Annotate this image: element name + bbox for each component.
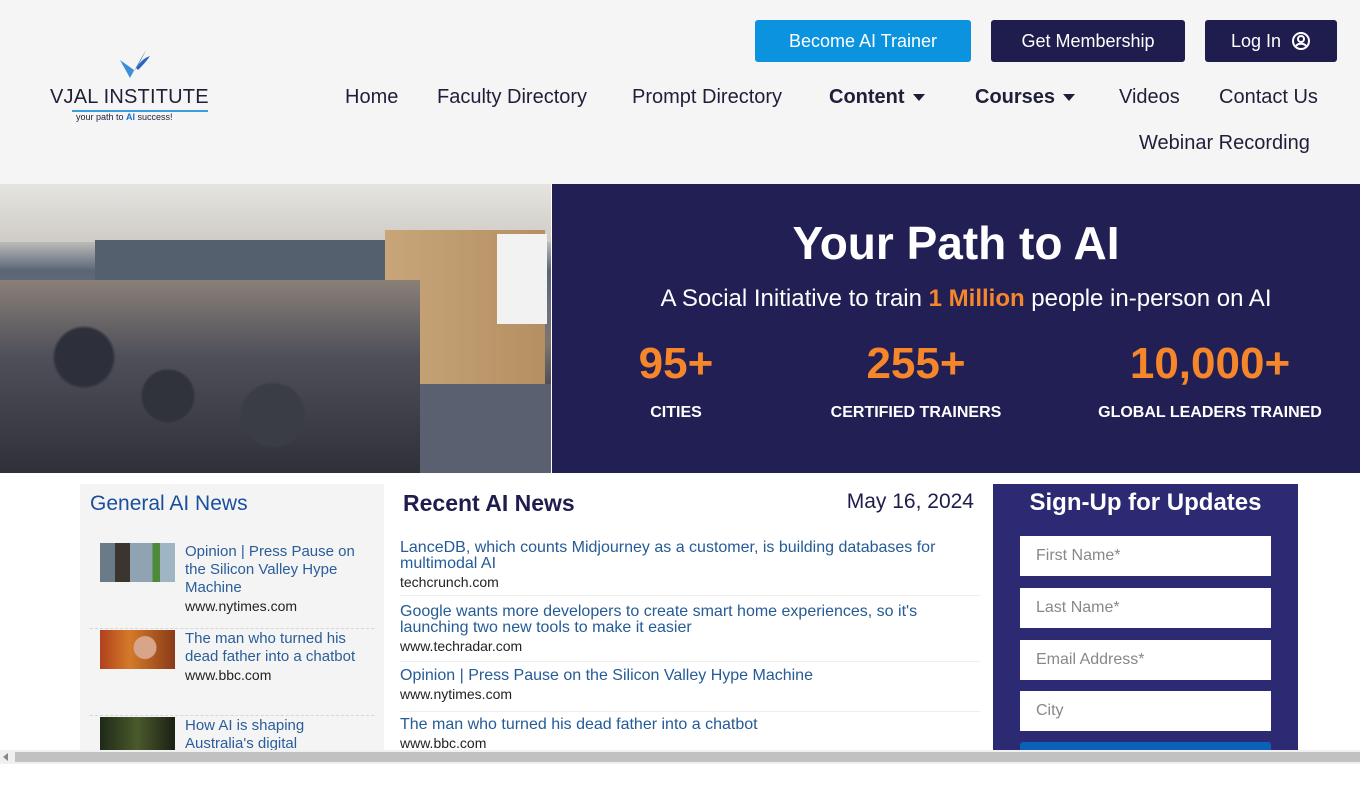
- caret-down-icon: [912, 94, 925, 101]
- become-ai-trainer-button[interactable]: Become AI Trainer: [755, 20, 971, 62]
- email-field[interactable]: [1020, 640, 1271, 680]
- signup-form: Sign-Up for Updates: [993, 484, 1298, 750]
- hero-subtitle: A Social Initiative to train 1 Million p…: [660, 285, 1272, 312]
- nav-videos[interactable]: Videos: [1119, 86, 1180, 109]
- scrollbar-thumb[interactable]: [15, 752, 1360, 762]
- caret-down-icon: [1063, 94, 1076, 101]
- stat-label: CERTIFIED TRAINERS: [830, 404, 1002, 421]
- nav-content[interactable]: Content: [829, 86, 925, 109]
- nav-label: Faculty Directory: [437, 86, 588, 108]
- button-label: Become AI Trainer: [788, 30, 938, 51]
- city-field[interactable]: [1020, 691, 1271, 731]
- news-source: techcrunch.com: [400, 574, 499, 590]
- stat-label: GLOBAL LEADERS TRAINED: [1098, 404, 1322, 421]
- recent-news-heading: Recent AI News: [403, 490, 575, 516]
- news-thumbnail: [100, 543, 175, 582]
- logo-wing-icon: [120, 50, 150, 78]
- news-link[interactable]: How AI is shaping Australia's digital: [185, 717, 365, 753]
- stat-cities: 95+ CITIES: [626, 340, 726, 422]
- logo-name: VJAL INSTITUTE: [50, 86, 209, 108]
- photo-screen: [497, 234, 547, 324]
- general-ai-news-panel: General AI News Opinion | Press Pause on…: [80, 484, 384, 764]
- stat-value: 95+: [638, 339, 714, 388]
- news-source: www.bbc.com: [185, 667, 272, 683]
- news-source: www.nytimes.com: [185, 598, 298, 614]
- nav-label: Webinar Recording: [1139, 132, 1310, 154]
- list-item[interactable]: Google wants more developers to create s…: [400, 604, 980, 662]
- news-link[interactable]: Opinion | Press Pause on the Silicon Val…: [400, 668, 980, 684]
- nav-faculty-directory[interactable]: Faculty Directory: [437, 86, 587, 109]
- hero-banner: Your Path to AI A Social Initiative to t…: [552, 184, 1360, 473]
- news-source: www.nytimes.com: [400, 686, 513, 702]
- recent-ai-news-panel: Recent AI News May 16, 2024 LanceDB, whi…: [392, 484, 986, 764]
- list-item[interactable]: Opinion | Press Pause on the Silicon Val…: [90, 543, 374, 629]
- news-source: www.techradar.com: [400, 638, 523, 654]
- nav-webinar-recording[interactable]: Webinar Recording: [1139, 132, 1310, 155]
- list-item[interactable]: Opinion | Press Pause on the Silicon Val…: [400, 668, 980, 712]
- nav-courses[interactable]: Courses: [975, 86, 1076, 109]
- stat-leaders: 10,000+ GLOBAL LEADERS TRAINED: [1090, 340, 1330, 422]
- nav-label: Content: [829, 86, 905, 108]
- nav-contact-us[interactable]: Contact Us: [1219, 86, 1318, 109]
- site-header: VJAL INSTITUTE your path to AI success! …: [0, 0, 1360, 184]
- list-item[interactable]: The man who turned his dead father into …: [90, 630, 374, 716]
- news-date: May 16, 2024: [846, 490, 974, 513]
- hero-classroom-photo: [0, 184, 551, 473]
- first-name-field[interactable]: [1020, 536, 1271, 576]
- stat-label: CITIES: [650, 404, 702, 421]
- nav-label: Contact Us: [1219, 86, 1318, 108]
- news-link[interactable]: The man who turned his dead father into …: [400, 717, 980, 733]
- nav-label: Courses: [975, 86, 1056, 108]
- button-label: Get Membership: [1021, 30, 1155, 51]
- log-in-button[interactable]: Log In: [1205, 20, 1337, 62]
- signup-heading: Sign-Up for Updates: [1029, 489, 1262, 516]
- submit-button[interactable]: [1020, 742, 1271, 750]
- news-thumbnail: [100, 630, 175, 669]
- nav-home[interactable]: Home: [345, 86, 398, 109]
- list-item[interactable]: LanceDB, which counts Midjourney as a cu…: [400, 540, 980, 596]
- photo-audience: [0, 280, 420, 473]
- user-circle-icon: [1292, 32, 1311, 50]
- news-link[interactable]: Opinion | Press Pause on the Silicon Val…: [185, 543, 365, 615]
- news-link[interactable]: Google wants more developers to create s…: [400, 604, 980, 636]
- stat-value: 255+: [866, 339, 966, 388]
- button-label: Log In: [1230, 30, 1282, 51]
- scroll-left-arrow-icon[interactable]: [3, 753, 8, 761]
- horizontal-scrollbar[interactable]: [0, 750, 1360, 764]
- news-link[interactable]: LanceDB, which counts Midjourney as a cu…: [400, 540, 980, 572]
- nav-label: Prompt Directory: [632, 86, 783, 108]
- stat-value: 10,000+: [1129, 339, 1291, 388]
- nav-prompt-directory[interactable]: Prompt Directory: [632, 86, 782, 109]
- nav-label: Videos: [1119, 86, 1180, 108]
- general-news-heading: General AI News: [90, 492, 248, 515]
- hero-title: Your Path to AI: [792, 217, 1120, 269]
- news-link[interactable]: The man who turned his dead father into …: [185, 630, 365, 684]
- site-logo[interactable]: VJAL INSTITUTE your path to AI success!: [48, 48, 212, 128]
- last-name-field[interactable]: [1020, 588, 1271, 628]
- stat-trainers: 255+ CERTIFIED TRAINERS: [816, 340, 1016, 422]
- logo-tagline: your path to AI success!: [76, 112, 173, 122]
- get-membership-button[interactable]: Get Membership: [991, 20, 1185, 62]
- nav-label: Home: [345, 86, 399, 108]
